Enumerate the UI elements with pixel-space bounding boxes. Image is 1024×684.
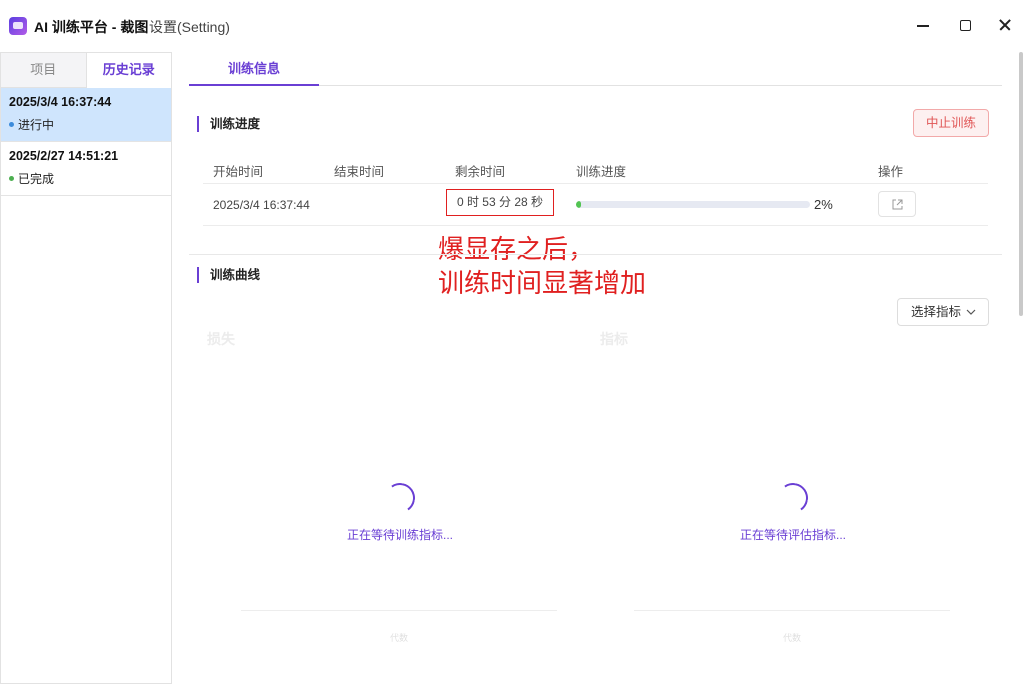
status-dot-icon: [9, 176, 14, 181]
progress-table: 开始时间 结束时间 剩余时间 训练进度 操作 2025/3/4 16:37:44…: [203, 154, 988, 226]
sidebar: 项目 历史记录 2025/3/4 16:37:44 进行中 2025/2/27 …: [0, 52, 172, 684]
header-remaining-time: 剩余时间: [455, 165, 506, 179]
status-dot-icon: [9, 122, 14, 127]
app-title: AI 训练平台 - 裁图: [34, 19, 149, 35]
close-icon[interactable]: [994, 14, 1016, 36]
metric-chart: 指标 正在等待评估指标... 代数: [600, 325, 960, 655]
progress-bar-fill: [576, 201, 581, 208]
annotation-text: 爆显存之后， 训练时间显著增加: [438, 232, 646, 300]
table-header-row: 开始时间 结束时间 剩余时间 训练进度 操作: [203, 154, 988, 184]
header-start-time: 开始时间: [213, 165, 264, 179]
x-axis-label: 代数: [783, 633, 802, 643]
history-status: 已完成: [9, 170, 163, 187]
tab-training-info[interactable]: 训练信息: [189, 52, 319, 86]
settings-menu[interactable]: 设置(Setting): [149, 17, 230, 37]
loading-text: 正在等待训练指标...: [347, 528, 454, 542]
history-status: 进行中: [9, 116, 163, 133]
x-axis-line: [241, 610, 557, 611]
x-axis-label: 代数: [390, 633, 409, 643]
tab-history[interactable]: 历史记录: [86, 53, 171, 88]
tab-projects[interactable]: 项目: [1, 53, 87, 88]
curve-section-title: 训练曲线: [197, 267, 260, 283]
cell-remaining-time: 0 时 53 分 28 秒: [446, 189, 554, 216]
section-divider: [189, 254, 1002, 255]
maximize-icon[interactable]: [954, 14, 976, 36]
loading-spinner-icon: [775, 480, 811, 516]
header-action: 操作: [878, 165, 904, 179]
loading-spinner-icon: [382, 480, 418, 516]
progress-bar: [576, 201, 810, 208]
chart-title: 指标: [600, 331, 628, 347]
loss-chart: 损失 正在等待训练指标... 代数: [207, 325, 567, 655]
select-metric-label: 选择指标: [911, 305, 962, 319]
open-detail-button[interactable]: [878, 191, 916, 217]
history-status-label: 进行中: [18, 118, 55, 132]
chevron-down-icon: [966, 309, 976, 315]
minimize-icon[interactable]: [912, 14, 934, 36]
loading-text: 正在等待评估指标...: [740, 528, 847, 542]
history-item[interactable]: 2025/3/4 16:37:44 进行中: [1, 88, 171, 142]
history-date: 2025/3/4 16:37:44: [9, 95, 112, 109]
stop-training-button[interactable]: 中止训练: [913, 109, 989, 137]
history-item[interactable]: 2025/2/27 14:51:21 已完成: [1, 142, 171, 196]
history-status-label: 已完成: [18, 172, 55, 186]
select-metric-dropdown[interactable]: 选择指标: [897, 298, 989, 326]
header-end-time: 结束时间: [334, 165, 385, 179]
header-progress: 训练进度: [576, 165, 627, 179]
annotation-line: 爆显存之后，: [438, 234, 595, 264]
app-logo-icon: [9, 17, 27, 35]
cell-start-time: 2025/3/4 16:37:44: [213, 198, 310, 212]
progress-section-title: 训练进度: [197, 116, 260, 132]
chart-title: 损失: [207, 331, 235, 347]
table-row: 2025/3/4 16:37:44 0 时 53 分 28 秒 2%: [203, 184, 988, 226]
annotation-line: 训练时间显著增加: [438, 268, 647, 298]
external-link-icon: [892, 199, 903, 210]
scrollbar[interactable]: [1019, 52, 1023, 316]
progress-percent: 2%: [814, 197, 833, 212]
history-date: 2025/2/27 14:51:21: [9, 149, 119, 163]
title-bar: AI 训练平台 - 裁图 设置(Setting): [0, 0, 1024, 52]
main-tab-bar: 训练信息: [189, 52, 1002, 86]
sidebar-tabs: 项目 历史记录: [1, 53, 171, 88]
x-axis-line: [634, 610, 950, 611]
